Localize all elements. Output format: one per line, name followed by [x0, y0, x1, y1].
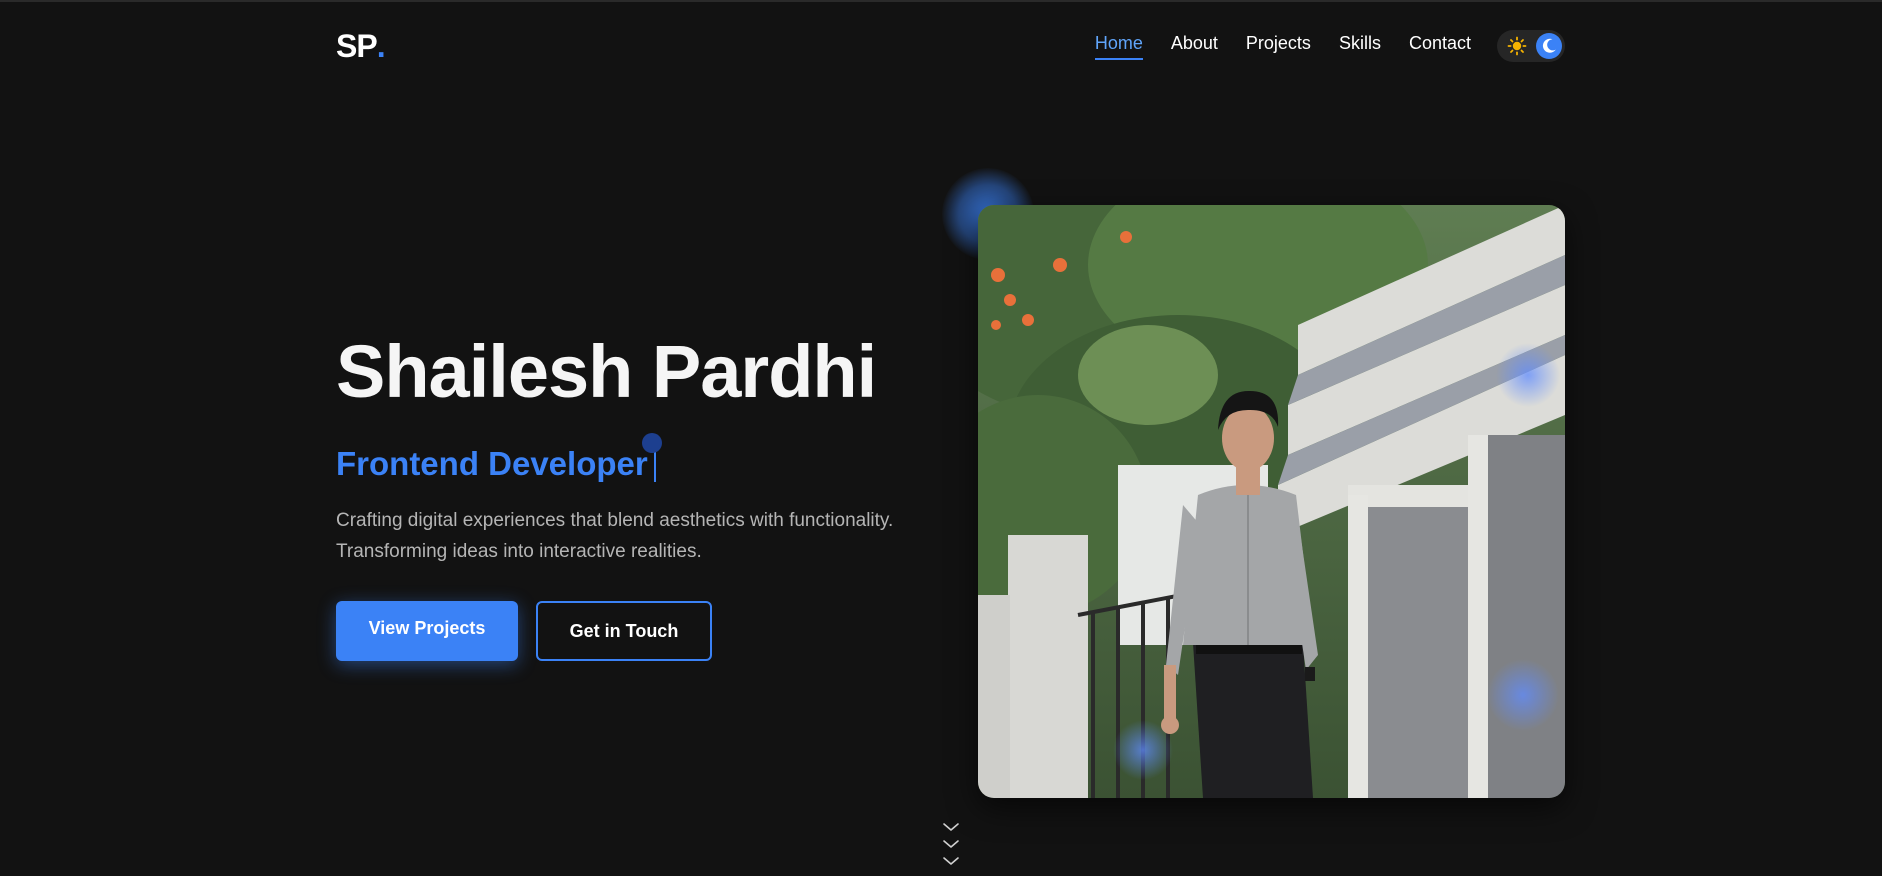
view-projects-button[interactable]: View Projects	[336, 601, 518, 661]
nav-link-home[interactable]: Home	[1094, 33, 1143, 60]
chevron-down-icon[interactable]	[942, 820, 960, 872]
moon-icon	[1542, 38, 1556, 53]
profile-photo	[978, 205, 1565, 798]
logo-dot: .	[376, 27, 386, 64]
moon-knob	[1536, 33, 1562, 59]
get-in-touch-button[interactable]: Get in Touch	[536, 601, 712, 661]
hero-section: Shailesh Pardhi Frontend Developer Craft…	[336, 335, 936, 661]
nav-right: Home About Projects Skills Contact	[1094, 30, 1565, 62]
hero-name: Shailesh Pardhi	[336, 330, 877, 413]
nav-link-contact[interactable]: Contact	[1409, 33, 1471, 60]
nav-link-projects[interactable]: Projects	[1246, 33, 1311, 60]
cursor-dot	[642, 433, 662, 453]
navbar: SP. Home About Projects Skills Contact	[336, 22, 1565, 70]
logo-text: SP	[336, 27, 378, 64]
nav-links: Home About Projects Skills Contact	[1094, 33, 1471, 60]
nav-link-skills[interactable]: Skills	[1339, 33, 1381, 60]
hero-buttons: View Projects Get in Touch	[336, 601, 936, 661]
hero-description: Crafting digital experiences that blend …	[336, 510, 894, 562]
nav-link-about[interactable]: About	[1171, 33, 1218, 60]
sun-icon	[1507, 36, 1527, 56]
profile-photo-art	[978, 205, 1565, 798]
hero-role: Frontend Developer	[336, 445, 648, 482]
logo[interactable]: SP.	[336, 27, 386, 65]
hero-role-line: Frontend Developer	[336, 433, 936, 483]
top-border	[0, 0, 1882, 2]
theme-toggle[interactable]	[1497, 30, 1565, 62]
